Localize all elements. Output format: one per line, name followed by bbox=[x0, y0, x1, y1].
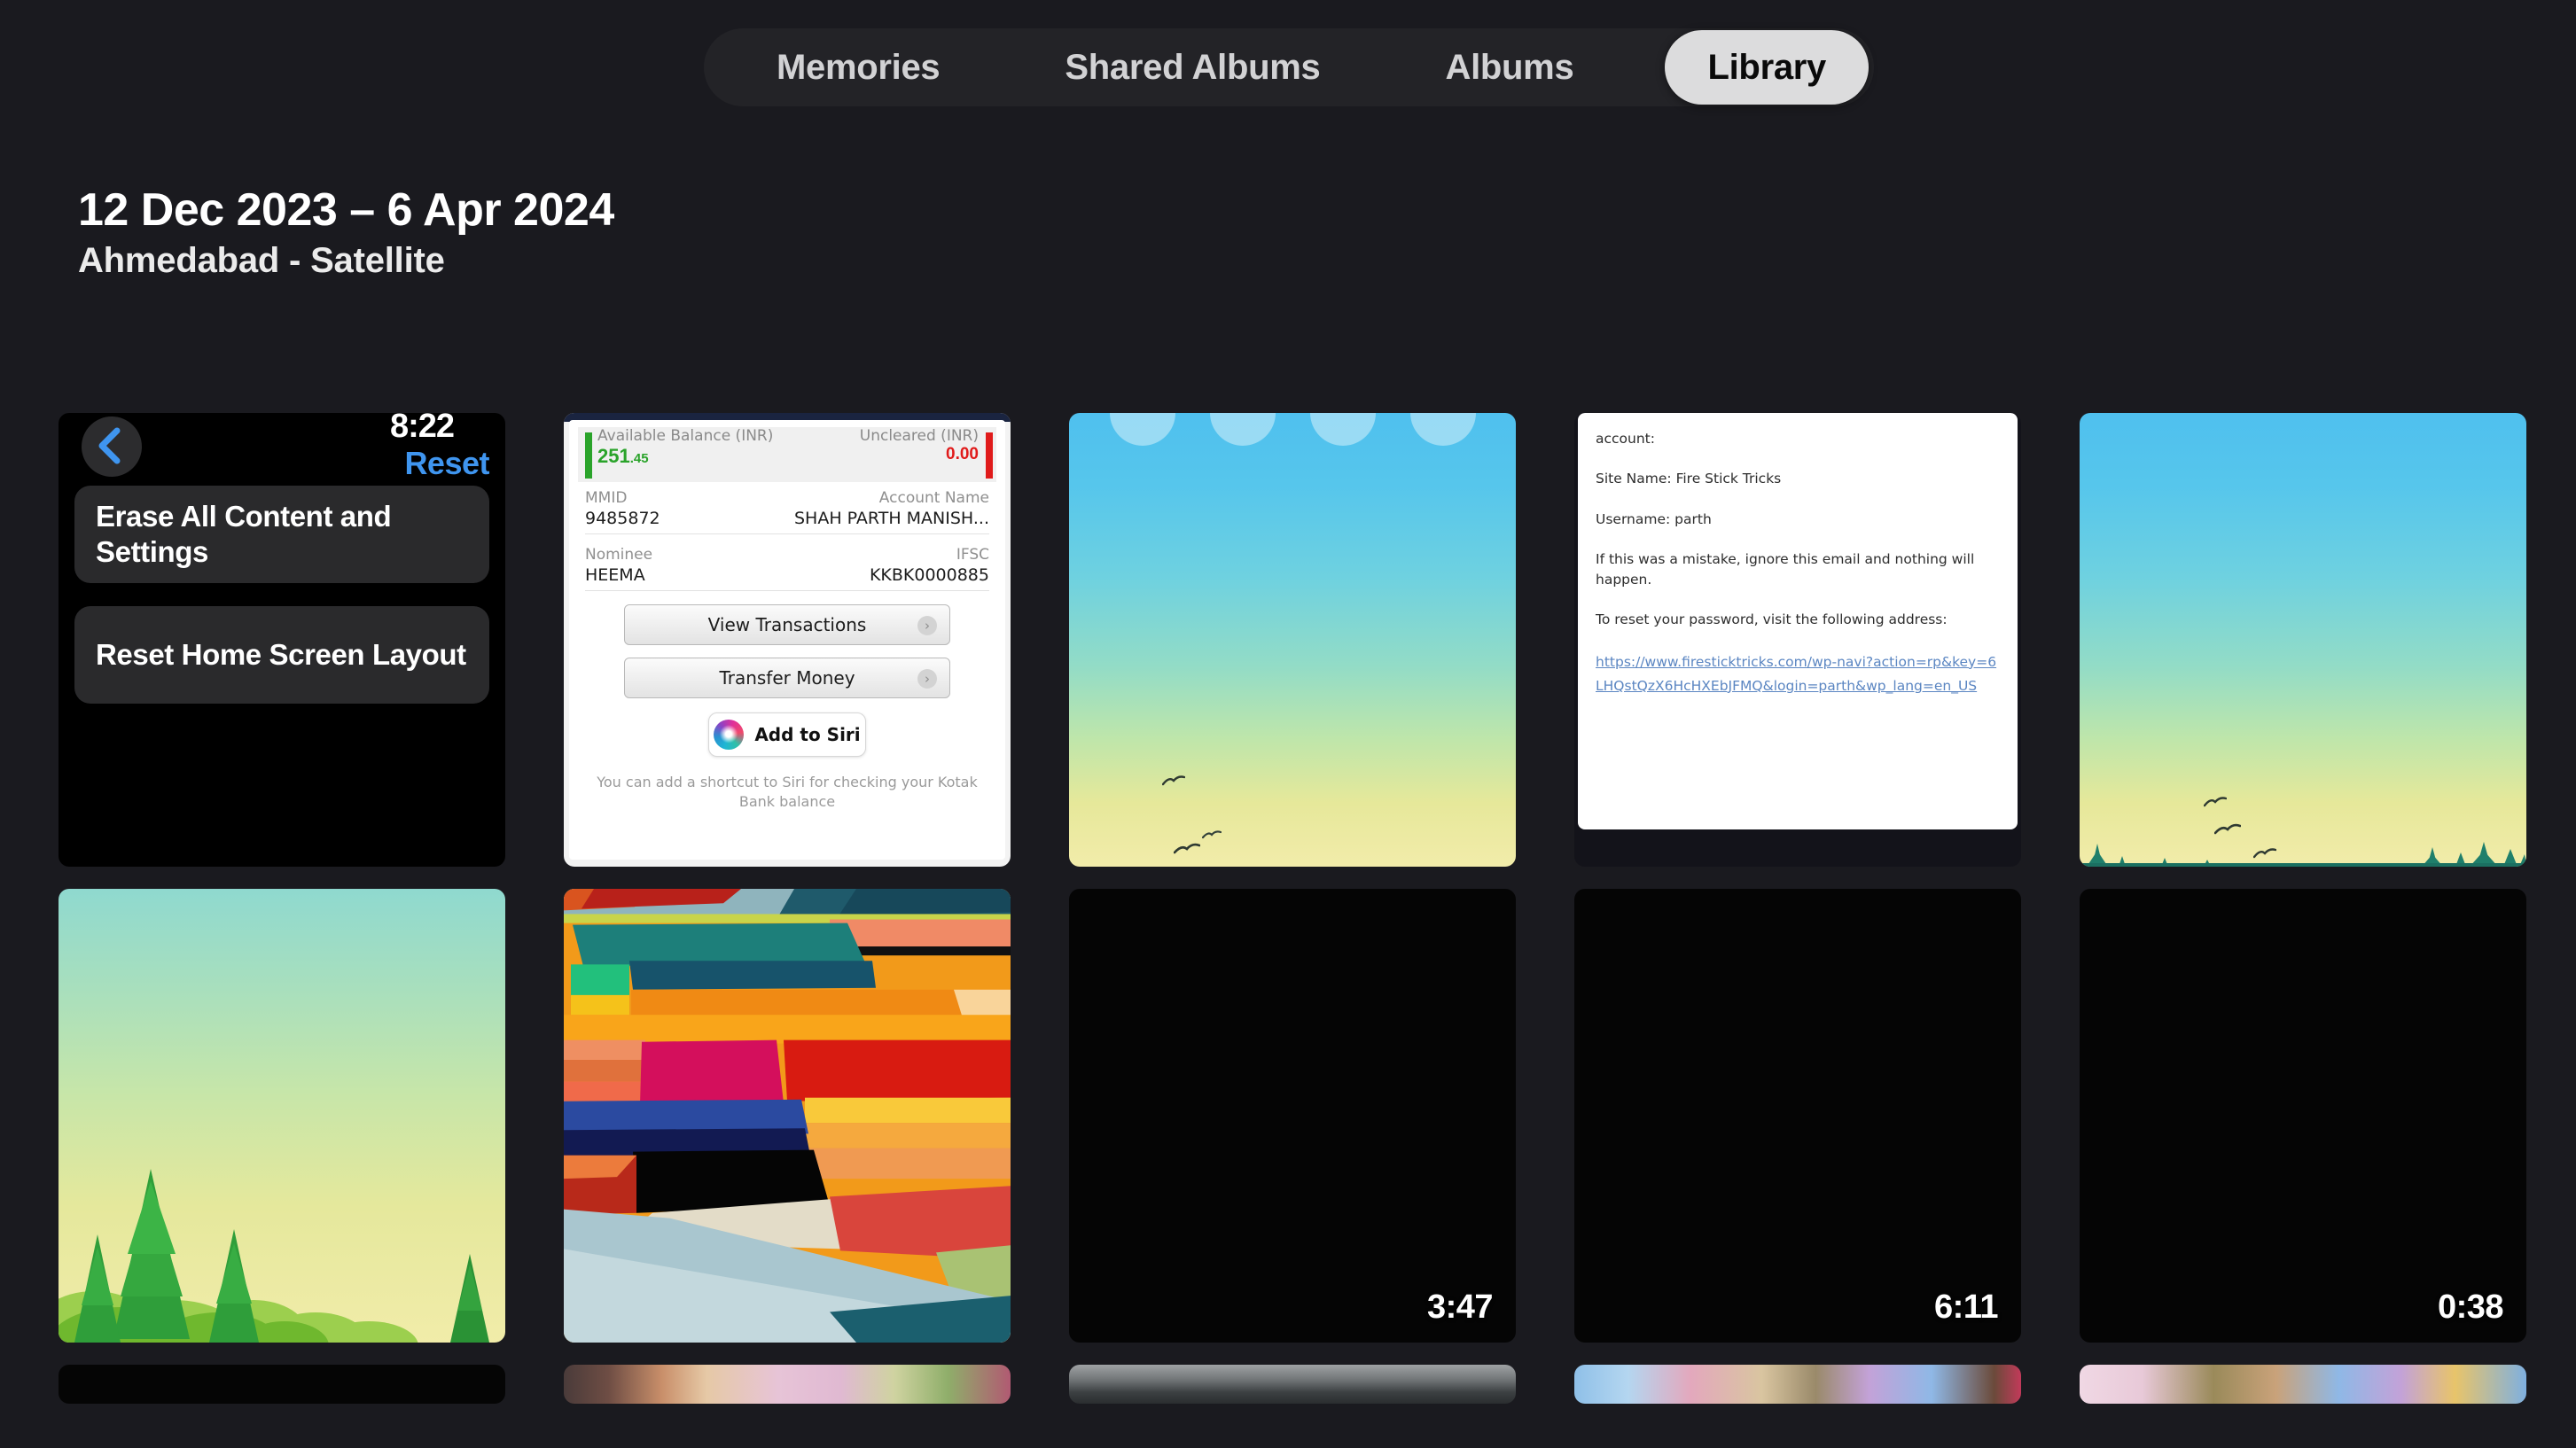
add-to-siri-label: Add to Siri bbox=[754, 724, 861, 745]
grid-item-forest-sunset-photo[interactable] bbox=[59, 889, 505, 1343]
bird-silhouette-icon bbox=[1202, 829, 1222, 840]
tab-bar: Memories Shared Albums Albums Library bbox=[704, 28, 1874, 106]
date-range-title: 12 Dec 2023 – 6 Apr 2024 bbox=[78, 184, 614, 236]
uncleared-value: 0.00 bbox=[946, 445, 979, 463]
view-transactions-button[interactable]: View Transactions › bbox=[624, 604, 950, 645]
list-item[interactable]: Reset Home Screen Layout bbox=[74, 606, 489, 704]
thumbnail-image bbox=[1069, 1365, 1516, 1404]
transfer-money-label: Transfer Money bbox=[719, 667, 855, 689]
tab-albums-label: Albums bbox=[1445, 47, 1574, 87]
uncleared-label: Uncleared (INR) bbox=[859, 427, 979, 445]
nominee-value: HEEMA bbox=[585, 565, 645, 585]
grid-item-partial[interactable] bbox=[564, 1365, 1011, 1404]
section-header: 12 Dec 2023 – 6 Apr 2024 Ahmedabad - Sat… bbox=[78, 184, 614, 281]
thumbnail-image bbox=[564, 1365, 1011, 1404]
home-screen-icons-row bbox=[1069, 413, 1516, 446]
video-duration-badge: 6:11 bbox=[1934, 1288, 1998, 1326]
grid-item-sky-photo[interactable] bbox=[1069, 413, 1516, 867]
email-line: account: bbox=[1596, 431, 1655, 447]
bird-silhouette-icon bbox=[1174, 842, 1200, 856]
forest-silhouette-icon bbox=[59, 1169, 489, 1343]
email-line: Site Name: Fire Stick Tricks bbox=[1596, 471, 1782, 487]
grid-item-partial[interactable] bbox=[1069, 1365, 1516, 1404]
email-body: account: Site Name: Fire Stick Tricks Us… bbox=[1578, 413, 2018, 829]
mmid-value: 9485872 bbox=[585, 509, 660, 528]
grid-item-video[interactable]: 6:11 bbox=[1574, 889, 2021, 1343]
bank-card: Available Balance (INR) 251.45 Uncleared… bbox=[569, 420, 1005, 860]
thumbnail-image bbox=[59, 1365, 505, 1404]
info-row-mmid: MMID 9485872 Account Name SHAH PARTH MAN… bbox=[585, 489, 989, 534]
tab-memories[interactable]: Memories bbox=[743, 35, 973, 99]
grid-item-partial[interactable] bbox=[1574, 1365, 2021, 1404]
ifsc-label: IFSC bbox=[956, 546, 989, 564]
grid-item-bank-app-screenshot[interactable]: Available Balance (INR) 251.45 Uncleared… bbox=[564, 413, 1011, 867]
red-accent-bar bbox=[986, 432, 993, 479]
grid-item-reset-settings-screenshot[interactable]: 8:22 Reset Erase All Content and Setting… bbox=[59, 413, 505, 867]
tab-shared-albums-label: Shared Albums bbox=[1065, 47, 1321, 87]
app-icon bbox=[1209, 413, 1276, 446]
password-reset-link[interactable]: https://www.firesticktricks.com/wp-navi?… bbox=[1596, 650, 2000, 698]
email-line: If this was a mistake, ignore this email… bbox=[1596, 550, 1975, 588]
account-name-value: SHAH PARTH MANISH... bbox=[793, 509, 989, 528]
grid-item-sky-treeline-photo[interactable] bbox=[2080, 413, 2526, 867]
chevron-right-icon: › bbox=[917, 669, 937, 689]
tab-library-label: Library bbox=[1707, 47, 1826, 87]
bird-silhouette-icon bbox=[2204, 796, 2227, 808]
account-name-label: Account Name bbox=[878, 489, 989, 507]
tab-albums[interactable]: Albums bbox=[1412, 35, 1608, 99]
mmid-label: MMID bbox=[585, 489, 628, 507]
email-line: To reset your password, visit the follow… bbox=[1596, 611, 1948, 628]
thumbnail-image bbox=[1574, 1365, 2021, 1404]
list-item-label: Reset Home Screen Layout bbox=[96, 637, 466, 671]
tab-library[interactable]: Library bbox=[1665, 30, 1869, 105]
abstract-geometric-artwork bbox=[564, 889, 1011, 1343]
nominee-label: Nominee bbox=[585, 546, 653, 564]
info-row-nominee: Nominee HEEMA IFSC KKBK0000885 bbox=[585, 546, 989, 591]
balance-row: Available Balance (INR) 251.45 Uncleared… bbox=[578, 427, 996, 482]
view-transactions-label: View Transactions bbox=[707, 614, 867, 635]
chevron-right-icon: › bbox=[917, 616, 937, 635]
reset-nav-title[interactable]: Reset bbox=[404, 445, 489, 482]
available-balance-value: 251.45 bbox=[597, 445, 649, 467]
add-to-siri-button[interactable]: Add to Siri bbox=[708, 712, 866, 757]
location-subtitle: Ahmedabad - Satellite bbox=[78, 241, 445, 281]
siri-hint-text: You can add a shortcut to Siri for check… bbox=[597, 774, 978, 810]
tab-shared-albums[interactable]: Shared Albums bbox=[1031, 35, 1354, 99]
app-icon bbox=[1109, 413, 1175, 446]
ifsc-value: KKBK0000885 bbox=[869, 565, 989, 585]
photo-grid: 8:22 Reset Erase All Content and Setting… bbox=[59, 413, 2526, 1404]
grid-item-partial[interactable] bbox=[59, 1365, 505, 1404]
available-balance-label: Available Balance (INR) bbox=[597, 427, 774, 445]
app-icon bbox=[1409, 413, 1476, 446]
grid-item-video[interactable]: 0:38 bbox=[2080, 889, 2526, 1343]
video-duration-badge: 0:38 bbox=[2437, 1288, 2504, 1326]
list-item[interactable]: Erase All Content and Settings bbox=[74, 486, 489, 583]
status-bar-clock: 8:22 bbox=[389, 413, 455, 445]
transfer-money-button[interactable]: Transfer Money › bbox=[624, 658, 950, 698]
siri-orb-icon bbox=[714, 720, 745, 750]
chevron-left-icon bbox=[98, 427, 121, 464]
grid-item-abstract-artwork[interactable] bbox=[564, 889, 1011, 1343]
email-line: Username: parth bbox=[1596, 510, 1712, 527]
green-accent-bar bbox=[585, 432, 592, 479]
video-duration-badge: 3:47 bbox=[1426, 1288, 1494, 1326]
app-icon bbox=[1309, 413, 1376, 446]
bird-silhouette-icon bbox=[1162, 775, 1185, 787]
thumbnail-image bbox=[2080, 1365, 2526, 1404]
list-item-label: Erase All Content and Settings bbox=[96, 499, 392, 568]
grid-item-video[interactable]: 3:47 bbox=[1069, 889, 1516, 1343]
grid-item-email-screenshot[interactable]: account: Site Name: Fire Stick Tricks Us… bbox=[1574, 413, 2021, 867]
tab-memories-label: Memories bbox=[777, 47, 941, 87]
grid-item-partial[interactable] bbox=[2080, 1365, 2526, 1404]
photos-library-screen: Memories Shared Albums Albums Library 12… bbox=[0, 0, 2576, 1448]
treeline-silhouette-icon bbox=[2080, 842, 2526, 867]
